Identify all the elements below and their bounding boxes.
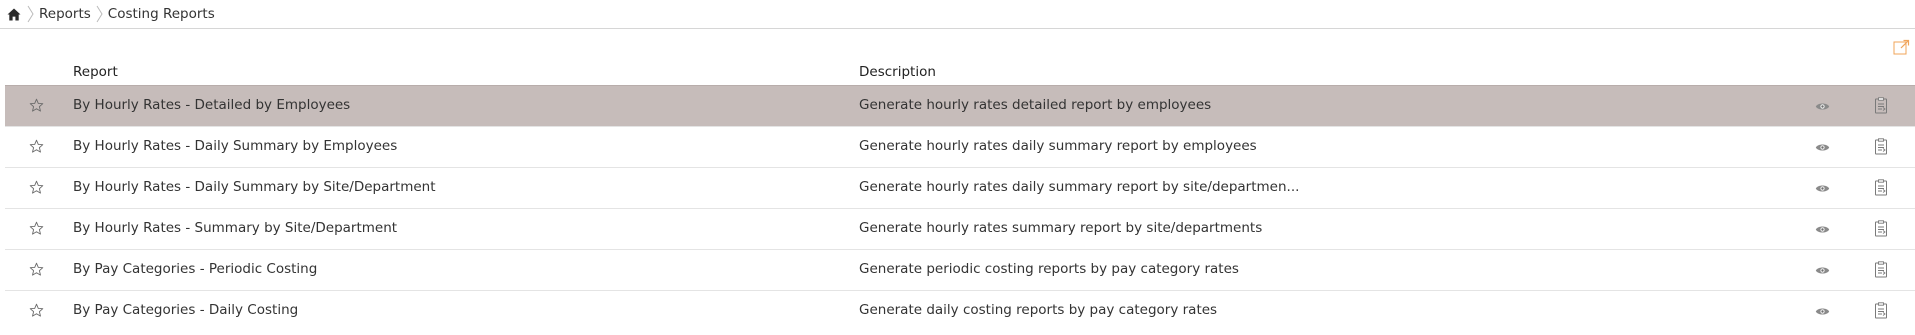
export-icon[interactable] [1893,39,1910,56]
table-row[interactable]: By Hourly Rates - Detailed by Employees G… [5,85,1915,126]
reports-table: Report Description By Hourly Rates - Det… [5,58,1915,331]
report-description: Generate hourly rates daily summary repo… [859,179,1300,195]
table-row[interactable]: By Hourly Rates - Daily Summary by Site/… [5,167,1915,208]
breadcrumb-item-reports[interactable]: Reports [39,6,91,22]
eye-icon[interactable] [1815,141,1830,152]
table-row[interactable]: By Hourly Rates - Summary by Site/Depart… [5,208,1915,249]
generate-report-icon[interactable] [1874,97,1888,114]
generate-report-icon[interactable] [1874,261,1888,278]
report-description: Generate hourly rates summary report by … [859,220,1263,236]
breadcrumb: Reports Costing Reports [0,0,1915,29]
report-description: Generate hourly rates detailed report by… [859,97,1212,113]
breadcrumb-separator-icon [96,5,103,23]
generate-report-icon[interactable] [1874,220,1888,237]
eye-icon[interactable] [1815,264,1830,275]
generate-report-icon[interactable] [1874,179,1888,196]
column-header-report: Report [73,64,118,80]
report-name[interactable]: By Hourly Rates - Daily Summary by Site/… [73,179,436,195]
table-row[interactable]: By Pay Categories - Daily Costing Generat… [5,290,1915,331]
star-icon[interactable] [29,262,44,277]
report-name[interactable]: By Pay Categories - Daily Costing [73,302,298,318]
star-icon[interactable] [29,180,44,195]
breadcrumb-separator-icon [27,5,34,23]
table-header: Report Description [5,58,1915,85]
table-row[interactable]: By Hourly Rates - Daily Summary by Emplo… [5,126,1915,167]
report-name[interactable]: By Pay Categories - Periodic Costing [73,261,317,277]
report-name[interactable]: By Hourly Rates - Detailed by Employees [73,97,350,113]
generate-report-icon[interactable] [1874,302,1888,319]
breadcrumb-item-costing-reports: Costing Reports [107,6,215,22]
star-icon[interactable] [29,221,44,236]
home-icon[interactable] [6,6,22,22]
report-description: Generate daily costing reports by pay ca… [859,302,1218,318]
report-name[interactable]: By Hourly Rates - Summary by Site/Depart… [73,220,397,236]
report-name[interactable]: By Hourly Rates - Daily Summary by Emplo… [73,138,397,154]
eye-icon[interactable] [1815,223,1830,234]
star-icon[interactable] [29,139,44,154]
star-icon[interactable] [29,303,44,318]
eye-icon[interactable] [1815,305,1830,316]
generate-report-icon[interactable] [1874,138,1888,155]
report-description: Generate hourly rates daily summary repo… [859,138,1257,154]
star-icon[interactable] [29,98,44,113]
eye-icon[interactable] [1815,182,1830,193]
eye-icon[interactable] [1815,100,1830,111]
report-description: Generate periodic costing reports by pay… [859,261,1239,277]
column-header-description: Description [859,64,936,80]
table-row[interactable]: By Pay Categories - Periodic Costing Gene… [5,249,1915,290]
